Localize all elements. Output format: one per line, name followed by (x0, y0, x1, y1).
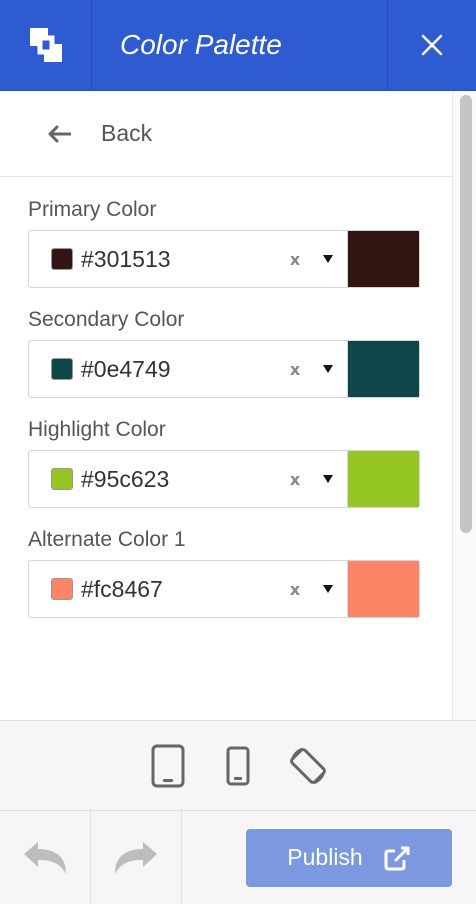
color-field-alternate-1: Alternate Color 1 #fc8467 x (28, 528, 476, 618)
color-preview-swatch[interactable] (347, 561, 419, 617)
clear-button[interactable]: x (285, 580, 305, 599)
color-select[interactable]: #fc8467 x (29, 561, 347, 617)
close-icon (421, 34, 443, 56)
tablet-icon (151, 744, 185, 787)
logo (0, 0, 92, 90)
color-value: #301513 (81, 245, 171, 272)
chevron-down-icon[interactable] (323, 475, 333, 483)
color-picker-control: #301513 x (28, 230, 420, 288)
panel-header: Color Palette (0, 0, 476, 91)
color-value: #95c623 (81, 465, 170, 492)
back-button[interactable]: Back (0, 91, 476, 177)
clear-button[interactable]: x (285, 250, 305, 269)
undo-icon (24, 841, 66, 874)
publish-button[interactable]: Publish (246, 828, 452, 887)
field-label: Highlight Color (28, 418, 166, 441)
back-label: Back (101, 120, 153, 146)
field-label: Secondary Color (28, 308, 185, 331)
color-select[interactable]: #301513 x (29, 231, 347, 287)
color-picker-control: #0e4749 x (28, 340, 420, 398)
customizer-logo-icon (29, 28, 62, 62)
action-bar: Publish (0, 811, 476, 904)
field-label: Alternate Color 1 (28, 528, 186, 551)
color-swatch-mini (51, 468, 73, 490)
tablet-preview-button[interactable] (146, 741, 190, 791)
chevron-down-icon[interactable] (323, 585, 333, 593)
color-field-secondary: Secondary Color #0e4749 x (28, 308, 476, 398)
color-value: #fc8467 (81, 575, 163, 602)
rotate-device-icon (290, 747, 326, 784)
color-swatch-mini (51, 248, 73, 270)
color-value: #0e4749 (81, 355, 171, 382)
external-link-icon (384, 846, 410, 870)
clear-button[interactable]: x (285, 360, 305, 379)
device-preview-bar (0, 720, 476, 811)
color-picker-control: #95c623 x (28, 450, 420, 508)
scrollbar-thumb[interactable] (460, 95, 472, 533)
panel-title: Color Palette (120, 29, 282, 60)
color-swatch-mini (51, 578, 73, 600)
color-select[interactable]: #95c623 x (29, 451, 347, 507)
color-preview-swatch[interactable] (347, 451, 419, 507)
color-swatch-mini (51, 358, 73, 380)
mobile-preview-button[interactable] (216, 741, 260, 791)
mobile-icon (226, 746, 250, 785)
redo-button[interactable] (91, 811, 182, 904)
color-field-primary: Primary Color #301513 x (28, 198, 476, 288)
rotate-device-button[interactable] (286, 741, 330, 791)
arrow-left-icon (48, 125, 71, 142)
settings-panel: Back Primary Color #301513 x Secondary C… (0, 91, 476, 720)
scrollbar[interactable] (452, 91, 476, 720)
field-label: Primary Color (28, 198, 157, 221)
chevron-down-icon[interactable] (323, 365, 333, 373)
clear-button[interactable]: x (285, 470, 305, 489)
color-select[interactable]: #0e4749 x (29, 341, 347, 397)
color-picker-control: #fc8467 x (28, 560, 420, 618)
close-button[interactable] (387, 0, 476, 90)
redo-icon (115, 841, 157, 874)
color-field-highlight: Highlight Color #95c623 x (28, 418, 476, 508)
undo-button[interactable] (0, 811, 91, 904)
publish-label: Publish (287, 844, 363, 870)
publish-container: Publish (182, 811, 476, 904)
color-field-list: Primary Color #301513 x Secondary Color (0, 198, 476, 618)
chevron-down-icon[interactable] (323, 255, 333, 263)
color-preview-swatch[interactable] (347, 341, 419, 397)
color-preview-swatch[interactable] (347, 231, 419, 287)
